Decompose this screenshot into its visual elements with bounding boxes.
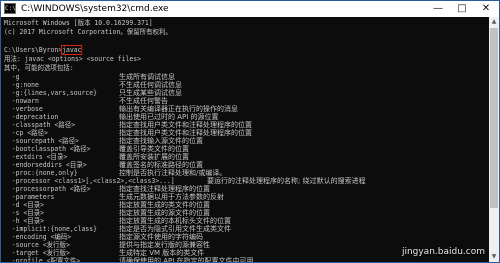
vertical-scrollbar[interactable]: ▲ ▼ xyxy=(489,17,499,262)
maximize-button[interactable]: □ xyxy=(451,1,473,17)
title-bar[interactable]: C:\ C:\WINDOWS\system32\cmd.exe — □ ✕ xyxy=(1,1,499,17)
close-button[interactable]: ✕ xyxy=(475,1,497,17)
option-description: 要运行的注释处理程序的名称; 绕过默认的搜索进程 xyxy=(207,177,366,185)
prompt-text: C:\Users\Byron> xyxy=(4,46,63,54)
cmd-window: C:\ C:\WINDOWS\system32\cmd.exe — □ ✕ Mi… xyxy=(0,0,500,263)
cmd-icon[interactable]: C:\ xyxy=(4,3,16,14)
scroll-thumb[interactable] xyxy=(490,28,498,208)
console-output[interactable]: Microsoft Windows [版本 10.0.16299.371] (c… xyxy=(1,17,489,262)
option-flag: -profile <配置文件> xyxy=(4,257,81,262)
option-description: 请确保使用的 API 在指定的配置文件中可用 xyxy=(119,257,254,262)
command-line: C:\Users\Byron>javac xyxy=(4,45,83,55)
banner-line-1: Microsoft Windows [版本 10.0.16299.371] xyxy=(4,19,153,27)
window-title: C:\WINDOWS\system32\cmd.exe xyxy=(21,4,169,14)
minimize-button[interactable]: — xyxy=(427,1,449,17)
command-text: javac xyxy=(61,45,83,55)
scroll-up-icon[interactable]: ▲ xyxy=(489,17,499,27)
banner-line-2: (c) 2017 Microsoft Corporation。保留所有权利。 xyxy=(4,28,172,36)
scroll-down-icon[interactable]: ▼ xyxy=(489,252,499,262)
usage-line: 用法: javac <options> <source files> xyxy=(4,55,141,63)
watermark: jingyan.baidu.com xyxy=(401,247,485,257)
options-header: 其中, 可能的选项包括: xyxy=(4,64,74,72)
